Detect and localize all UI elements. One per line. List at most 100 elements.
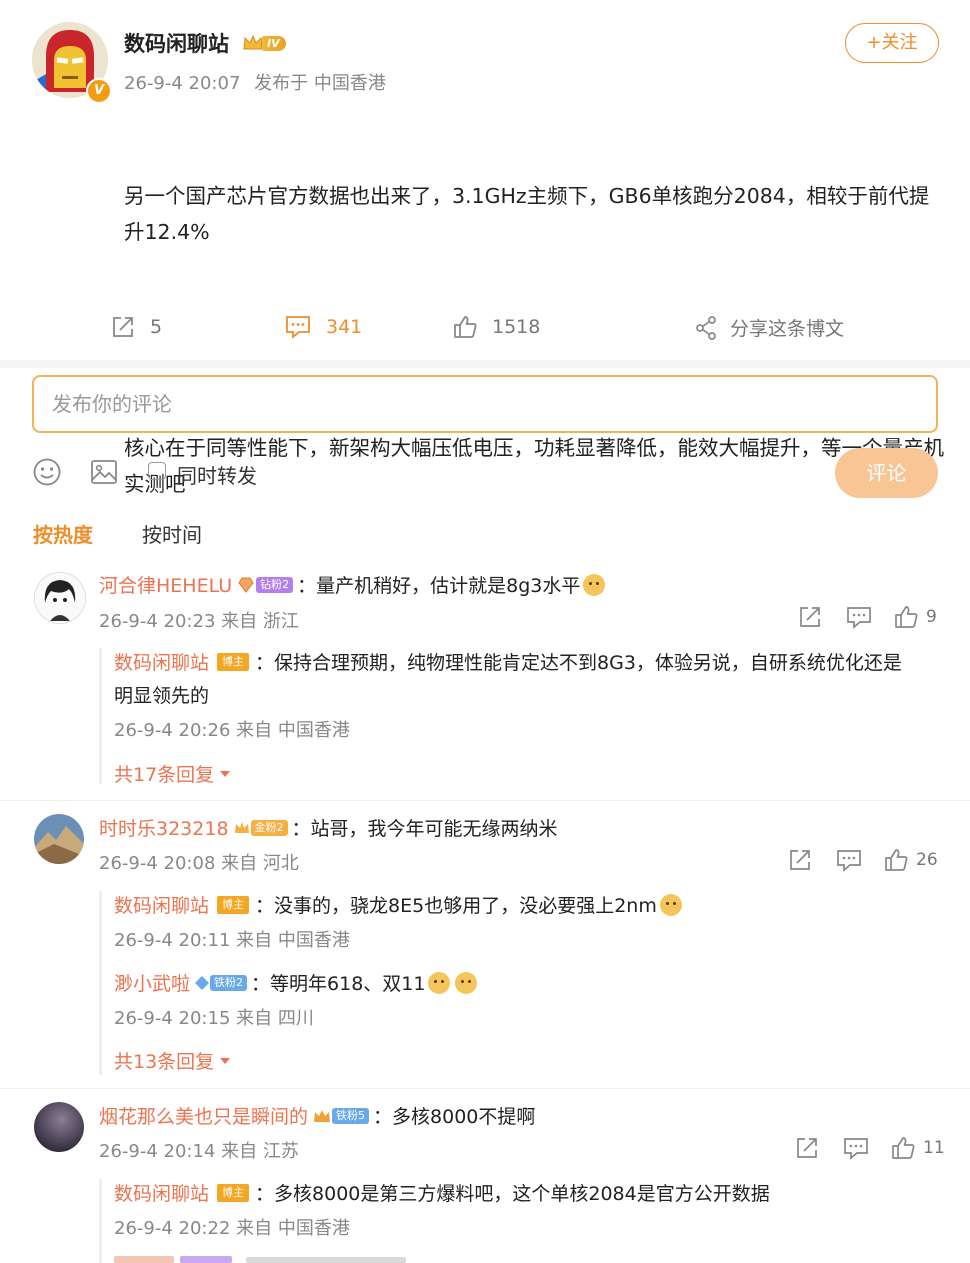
reply-time: 26-9-4 20:26 来自 中国香港: [114, 720, 350, 741]
comment-actions: 9: [798, 605, 937, 629]
gold-fan-icon: [234, 821, 249, 833]
fan-badge: 钻粉2: [236, 576, 294, 594]
diamond-fan-icon: [238, 577, 254, 593]
more-replies-label: 共17条回复: [114, 764, 215, 786]
level-label: IV: [262, 35, 286, 51]
more-replies-link[interactable]: 共13条回复: [114, 1047, 232, 1074]
post-location: 发布于 中国香港: [254, 73, 386, 94]
comment-text: ：量产机稍好，估计就是8g3水平: [297, 575, 581, 597]
comment-time: 26-9-4 20:08 来自 河北: [99, 853, 299, 874]
comment-username[interactable]: 烟花那么美也只是瞬间的: [99, 1102, 308, 1129]
section-divider: [0, 360, 970, 368]
reply-username[interactable]: 数码闲聊站: [114, 1179, 209, 1206]
comment-input[interactable]: 发布你的评论: [32, 375, 938, 433]
cutoff-reply-text: [246, 1257, 406, 1263]
iron-fan-icon: [195, 975, 210, 990]
sort-by-time-tab[interactable]: 按时间: [142, 519, 202, 548]
image-icon: [91, 460, 117, 484]
comment-icon[interactable]: [836, 848, 862, 872]
reply-line: 数码闲聊站 博主 ：多核8000是第三方爆料吧，这个单核2084是官方公开数据: [114, 1179, 770, 1206]
reply-text-continued: 明显领先的: [114, 685, 210, 707]
share-button[interactable]: 分享这条博文: [694, 314, 844, 341]
reply-text: ：等明年618、双11: [251, 973, 426, 995]
fan-badge-label: 钻粉2: [256, 576, 294, 593]
thumbs-up-icon[interactable]: [894, 605, 918, 629]
reply-username[interactable]: 渺小武啦: [114, 969, 190, 996]
anime-avatar-icon: [35, 573, 85, 623]
landscape-avatar-icon: [34, 814, 84, 864]
repost-icon: [113, 317, 133, 337]
repost-icon[interactable]: [788, 848, 812, 872]
reply-text: ：保持合理预期，纯物理性能肯定达不到8G3，体验另说，自研系统优化还是: [255, 652, 902, 674]
cutoff-reply-badge: [180, 1256, 232, 1263]
doge-emoji-icon: [455, 971, 478, 994]
comment-line: 河合律HEHELU 钻粉2 ：量产机稍好，估计就是8g3水平: [99, 571, 606, 598]
crown-icon: [243, 34, 263, 50]
reply-time: 26-9-4 20:15 来自 四川: [114, 1008, 314, 1029]
like-count: 11: [923, 1138, 945, 1158]
level-badge: IV: [242, 32, 286, 54]
reply-username[interactable]: 数码闲聊站: [114, 648, 209, 675]
blogger-tag: 博主: [217, 895, 250, 914]
reply-line: 渺小武啦 铁粉2 ：等明年618、双11: [114, 969, 478, 996]
like-count: 9: [926, 607, 937, 627]
reply-thread-bar: [99, 1179, 102, 1263]
cutoff-reply-username: [114, 1256, 174, 1263]
comment-separator: [0, 800, 970, 801]
author-name[interactable]: 数码闲聊站: [124, 28, 229, 58]
post-meta: 26-9-4 20:07 发布于 中国香港: [124, 69, 386, 95]
like-button[interactable]: 1518: [452, 314, 540, 340]
blogger-tag: 博主: [217, 652, 250, 671]
verified-badge-icon: V: [86, 78, 112, 104]
emoji-button[interactable]: [32, 457, 62, 491]
doge-emoji-icon: [583, 573, 606, 596]
thumbs-up-icon[interactable]: [884, 848, 908, 872]
repost-count: 5: [150, 316, 163, 338]
comment-actions: 11: [795, 1136, 945, 1160]
image-button[interactable]: [89, 457, 119, 491]
comment-username[interactable]: 时时乐323218: [99, 814, 229, 841]
fan-badge: 铁粉5: [312, 1107, 370, 1125]
crown-fan-icon: [314, 1109, 331, 1122]
caret-down-icon: [220, 1057, 231, 1064]
repost-icon[interactable]: [798, 605, 822, 629]
reply-text: ：没事的，骁龙8E5也够用了，没必要强上2nm: [255, 895, 657, 917]
reply-line: 数码闲聊站 博主 ：没事的，骁龙8E5也够用了，没必要强上2nm: [114, 891, 682, 918]
thumbs-up-icon: [454, 316, 477, 338]
reply-thread-bar: [99, 648, 102, 784]
follow-button[interactable]: +关注: [845, 23, 939, 63]
comment-icon: [286, 316, 310, 339]
reply-time: 26-9-4 20:11 来自 中国香港: [114, 930, 350, 951]
comment-line: 时时乐323218 金粉2 ：站哥，我今年可能无缘两纳米: [99, 814, 558, 841]
night-sky-avatar-icon: [34, 1102, 84, 1152]
doge-emoji-icon: [428, 971, 451, 994]
reply-line: 数码闲聊站 博主 ：保持合理预期，纯物理性能肯定达不到8G3，体验另说，自研系统…: [114, 648, 902, 675]
more-replies-link[interactable]: 共17条回复: [114, 760, 232, 787]
share-icon: [696, 315, 716, 340]
reply-text: ：多核8000是第三方爆料吧，这个单核2084是官方公开数据: [255, 1183, 770, 1205]
comment-icon[interactable]: [846, 605, 872, 629]
comment-time: 26-9-4 20:14 来自 江苏: [99, 1141, 299, 1162]
reply-username[interactable]: 数码闲聊站: [114, 891, 209, 918]
repost-icon[interactable]: [795, 1136, 819, 1160]
comment-button[interactable]: 341: [284, 314, 362, 340]
submit-comment-button[interactable]: 评论: [835, 448, 938, 498]
reply-thread-bar: [99, 891, 102, 1075]
more-replies-label: 共13条回复: [114, 1051, 215, 1073]
thinking-emoji-icon: [659, 893, 682, 916]
fan-badge: 铁粉2: [194, 974, 248, 992]
repost-button[interactable]: 5: [110, 314, 162, 340]
fan-badge-label: 金粉2: [250, 819, 288, 836]
sort-by-hot-tab[interactable]: 按热度: [33, 519, 93, 548]
comment-text: ：多核8000不提啊: [373, 1106, 536, 1128]
repost-checkbox[interactable]: [148, 462, 166, 480]
comment-username[interactable]: 河合律HEHELU: [99, 571, 232, 598]
share-label: 分享这条博文: [730, 318, 845, 340]
thumbs-up-icon[interactable]: [891, 1136, 915, 1160]
repost-checkbox-label[interactable]: 同时转发: [177, 460, 257, 489]
comment-icon[interactable]: [843, 1136, 869, 1160]
smiley-icon: [33, 458, 61, 486]
comment-avatar[interactable]: [34, 814, 84, 864]
comment-avatar[interactable]: [34, 572, 86, 624]
comment-avatar[interactable]: [34, 1102, 84, 1152]
